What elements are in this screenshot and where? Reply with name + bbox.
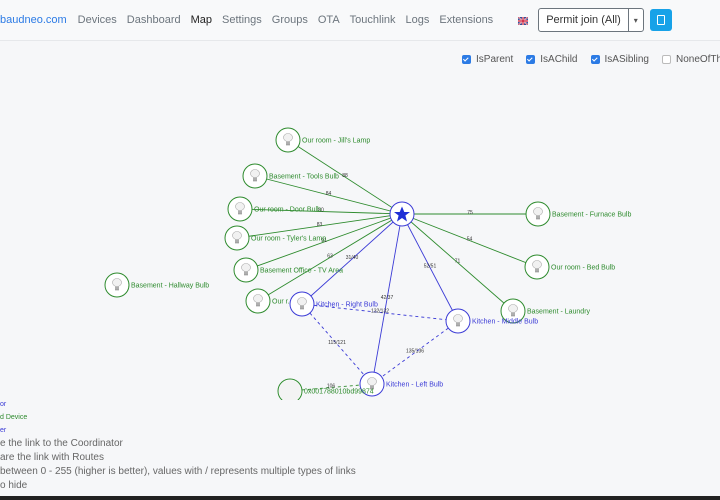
device-label: Kitchen - Middle Bulb [472, 319, 538, 326]
filter-label: IsAChild [540, 53, 578, 65]
network-map[interactable]: 88848083916375547131/4052/5142/37132/132… [0, 70, 720, 400]
device-label: Our room - Bed Bulb [551, 265, 615, 272]
filter-label: NoneOfTheAbove [675, 53, 720, 65]
link-label: 135/136 [406, 349, 424, 355]
filter-is-a-child[interactable]: IsAChild [526, 53, 578, 65]
link-label: 83 [317, 222, 323, 228]
nav-link-ota[interactable]: OTA [318, 14, 340, 26]
device-label: Our room - Tyler's Lamp [251, 236, 326, 243]
filter-is-parent[interactable]: IsParent [462, 54, 513, 65]
filter-label: IsParent [476, 53, 514, 65]
device-node-tv-area[interactable]: Basement Office - TV Area [233, 257, 343, 283]
map-legend: or d Device er e the link to the Coordin… [0, 398, 356, 493]
legend-coordinator: or [0, 401, 7, 408]
link-label: 52/51 [424, 264, 437, 270]
nav-link-dashboard[interactable]: Dashboard [127, 14, 181, 26]
footer-bar [0, 496, 720, 500]
permit-join-button[interactable]: Permit join (All) ▾ [538, 8, 644, 32]
nav-link-map[interactable]: Map [191, 14, 212, 26]
legend-line-routes: are the link with Routes [0, 452, 104, 463]
device-label: Basement - Furnace Bulb [552, 212, 631, 219]
nav-link-touchlink[interactable]: Touchlink [350, 14, 396, 26]
link-label: 75 [467, 210, 473, 216]
link-label: 88 [342, 173, 348, 179]
link-type-filters: IsParent IsAChild IsASibling NoneOfTheAb… [462, 52, 720, 66]
brand-link[interactable]: baudneo.com [0, 14, 67, 26]
checkbox-icon[interactable] [661, 54, 671, 64]
device-label: Kitchen - Right Bulb [316, 302, 378, 309]
coordinator-node[interactable] [389, 201, 415, 227]
device-node-jills-lamp[interactable]: Our room - Jill's Lamp [275, 127, 370, 153]
device-node-right-bulb[interactable]: Kitchen - Right Bulb [289, 291, 378, 317]
device-node-unknown-device[interactable]: 0x001788010bd99874 [277, 378, 374, 400]
device-node-bed-bulb[interactable]: Our room - Bed Bulb [524, 254, 615, 280]
device-label: Kitchen - Left Bulb [386, 382, 443, 389]
chevron-down-icon[interactable]: ▾ [627, 9, 643, 31]
nav-link-devices[interactable]: Devices [78, 14, 117, 26]
language-flag-icon[interactable] [517, 16, 529, 26]
device-label: Our room - Jill's Lamp [302, 138, 370, 145]
link-label: 54 [467, 237, 473, 243]
device-label: Our room - Door Bulb [254, 207, 321, 214]
link-label: 132/132 [371, 309, 389, 315]
device-label: Basement - Tools Bulb [269, 174, 339, 181]
legend-line-coordinator: e the link to the Coordinator [0, 438, 123, 449]
legend-line-hide: o hide [0, 480, 28, 491]
device-label: Basement - Laundry [527, 309, 591, 316]
nav-link-groups[interactable]: Groups [272, 14, 308, 26]
legend-router: er [0, 427, 7, 434]
legend-line-lqi: between 0 - 255 (higher is better), valu… [0, 466, 356, 477]
clock-icon [656, 15, 665, 25]
permit-join-label[interactable]: Permit join (All) [539, 14, 628, 26]
permit-join-timer-button[interactable] [649, 9, 672, 31]
navbar: baudneo.com Devices Dashboard Map Settin… [0, 0, 720, 41]
legend-end-device: d Device [0, 414, 28, 421]
device-node-tools-bulb[interactable]: Basement - Tools Bulb [242, 163, 339, 189]
device-label: 0x001788010bd99874 [304, 389, 374, 396]
device-node-hallway-bulb[interactable]: Basement - Hallway Bulb [104, 272, 209, 298]
device-node-furnace-bulb[interactable]: Basement - Furnace Bulb [525, 201, 631, 227]
link-label: 63 [327, 254, 333, 260]
link-label: 84 [326, 191, 332, 197]
device-label: Basement - Hallway Bulb [131, 283, 209, 290]
device-node-our-room-4[interactable]: Our r... [245, 288, 293, 314]
nav-link-logs[interactable]: Logs [406, 14, 430, 26]
link-label: 115/121 [328, 340, 346, 346]
device-label: Basement Office - TV Area [260, 268, 343, 275]
checkbox-icon[interactable] [462, 54, 471, 64]
checkbox-icon[interactable] [590, 54, 600, 64]
link-label: 31/40 [346, 255, 359, 261]
link-label: 42/37 [381, 295, 394, 301]
filter-is-a-sibling[interactable]: IsASibling [590, 53, 649, 65]
device-node-door-bulb[interactable]: Our room - Door Bulb [227, 196, 321, 222]
checkbox-icon[interactable] [526, 54, 536, 64]
filter-label: IsASibling [604, 53, 649, 65]
nav-link-settings[interactable]: Settings [222, 14, 262, 26]
nav-link-extensions[interactable]: Extensions [439, 14, 493, 26]
filter-none-of-the-above[interactable]: NoneOfTheAbove [661, 53, 720, 65]
link-label: 71 [455, 259, 461, 265]
